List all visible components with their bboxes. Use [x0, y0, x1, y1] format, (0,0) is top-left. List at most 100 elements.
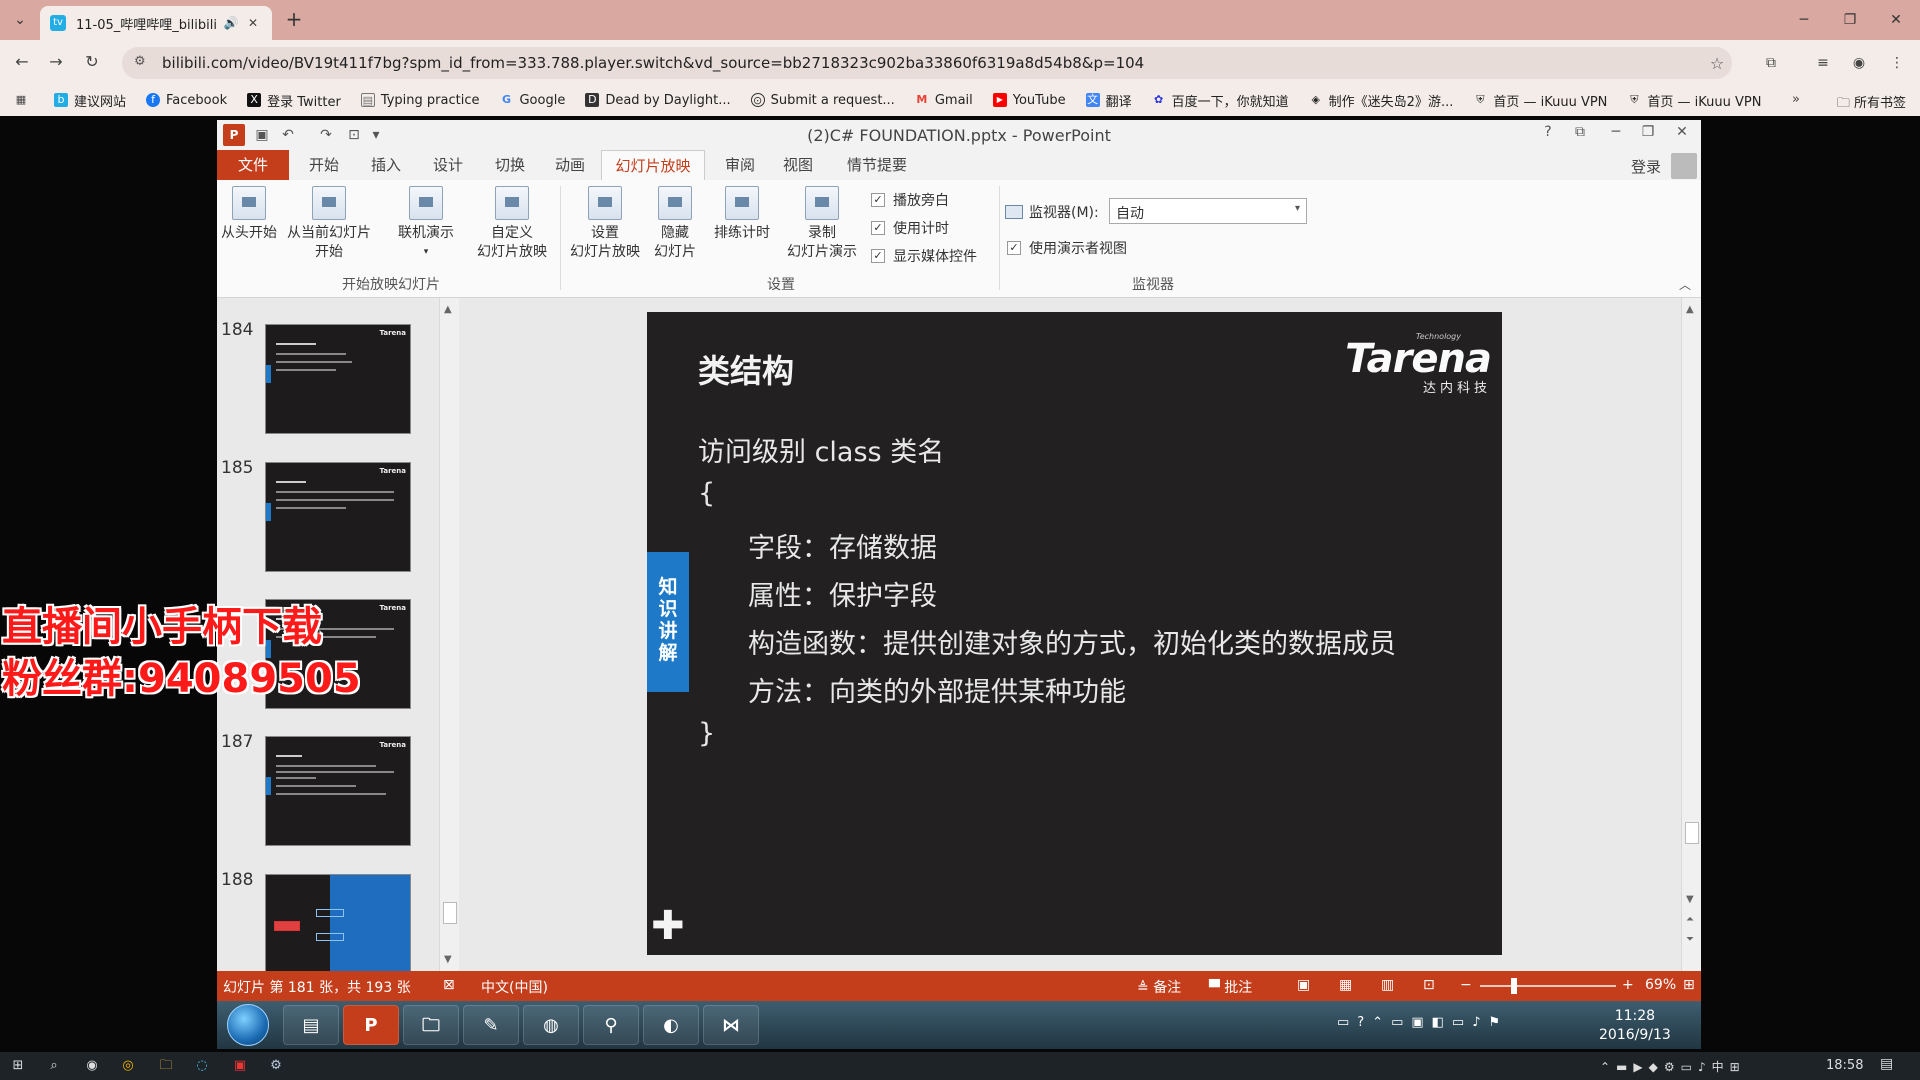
thumbnail-scrollbar[interactable]: ▲ ▼ — [439, 298, 459, 971]
bookmark-item[interactable]: ✿ 百度一下，你就知道 — [1152, 91, 1289, 110]
language-indicator[interactable]: 中文(中国) — [481, 977, 548, 997]
slideshow-view-icon[interactable]: ⊡ — [1423, 977, 1435, 993]
bookmark-item[interactable]: 文翻译 — [1085, 91, 1132, 110]
zoom-in-icon[interactable]: + — [1622, 977, 1634, 993]
win7-tray-icons[interactable]: ▭?⌃▭▣◧▭♪⚑ — [1337, 1015, 1508, 1030]
notification-icon[interactable]: ▤ — [1880, 1056, 1893, 1072]
bookmark-item[interactable]: ▤ Typing practice — [360, 93, 479, 108]
win7-start-orb-icon[interactable] — [227, 1004, 269, 1046]
redo-icon[interactable]: ↷ — [315, 124, 337, 146]
tab-close-icon[interactable]: ✕ — [244, 16, 262, 30]
user-avatar-icon[interactable] — [1671, 153, 1697, 179]
tab-search-chevron-icon[interactable]: ⌄ — [8, 8, 32, 32]
search-icon[interactable]: ⌕ — [44, 1056, 64, 1076]
tab-slideshow[interactable]: 幻灯片放映 — [601, 150, 705, 180]
rehearse-timings-button[interactable]: 排练计时 — [707, 186, 777, 243]
undo-icon[interactable]: ↶ — [277, 124, 299, 146]
scroll-up-icon[interactable]: ▲ — [1686, 304, 1694, 315]
reading-view-icon[interactable]: ▥ — [1381, 977, 1394, 993]
previous-slide-icon[interactable]: ⏶ — [1686, 914, 1694, 925]
play-narrations-checkbox[interactable]: ✓ 播放旁白 — [871, 190, 949, 210]
win7-clock[interactable]: 11:28 2016/9/13 — [1599, 1007, 1671, 1045]
use-timings-checkbox[interactable]: ✓ 使用计时 — [871, 218, 949, 238]
bookmark-item[interactable]: G Google — [499, 93, 565, 108]
notes-button[interactable]: ≜ 备注 — [1137, 977, 1181, 997]
tab-insert[interactable]: 插入 — [363, 150, 409, 180]
zoom-slider[interactable] — [1480, 985, 1616, 987]
tab-home[interactable]: 开始 — [301, 150, 347, 180]
show-media-controls-checkbox[interactable]: ✓ 显示媒体控件 — [871, 246, 977, 266]
slide-sorter-icon[interactable]: ▦ — [1339, 977, 1352, 993]
extensions-icon[interactable]: ⧉ — [1760, 52, 1782, 74]
media-controls-icon[interactable]: ≡ — [1812, 52, 1834, 74]
all-bookmarks-folder[interactable]: 🗀 所有书签 — [1837, 92, 1906, 116]
host-clock[interactable]: 18:58 — [1826, 1058, 1863, 1073]
bookmark-item[interactable]: ◈ 制作《迷失岛2》游... — [1309, 91, 1453, 110]
bookmark-item[interactable]: M Gmail — [915, 93, 972, 108]
bookmarks-more-button[interactable]: » — [1792, 92, 1800, 107]
tab-transitions[interactable]: 切换 — [487, 150, 533, 180]
scrollbar-thumb[interactable] — [1685, 822, 1699, 844]
zoom-out-icon[interactable]: − — [1460, 977, 1472, 993]
browser-menu-icon[interactable]: ⋮ — [1886, 52, 1908, 74]
site-info-icon[interactable]: ⚙ — [134, 54, 152, 72]
browser-tab[interactable]: tv 11-05_哔哩哔哩_bilibili 🔊 ✕ — [40, 6, 272, 40]
record-slideshow-button[interactable]: 录制 幻灯片演示 — [777, 186, 867, 262]
win7-powerpoint-icon[interactable]: P — [343, 1005, 399, 1045]
win7-camtasia-icon[interactable]: ◐ — [643, 1005, 699, 1045]
win7-visual-studio-icon[interactable]: ⋈ — [703, 1005, 759, 1045]
slide-thumbnail[interactable]: Tarena — [265, 324, 411, 434]
current-slide[interactable]: 类结构 Technology Tarena 达内科技 知 识 讲 解 访问级别 … — [647, 312, 1502, 955]
start-from-beginning-qat-icon[interactable]: ⊡ — [343, 124, 365, 146]
bookmark-item[interactable]: f Facebook — [146, 93, 227, 108]
scroll-up-icon[interactable]: ▲ — [444, 304, 452, 315]
forward-icon[interactable]: → — [44, 50, 68, 74]
ppt-close-icon[interactable]: ✕ — [1669, 124, 1695, 140]
slide-thumbnail[interactable] — [265, 874, 411, 984]
ppt-minimize-icon[interactable]: ─ — [1603, 124, 1629, 140]
slide-thumbnail[interactable]: Tarena — [265, 736, 411, 846]
custom-slideshow-button[interactable]: 自定义 幻灯片放映 — [467, 186, 557, 262]
fit-to-window-icon[interactable]: ⊞ — [1683, 977, 1695, 993]
bookmark-item[interactable]: D Dead by Daylight... — [585, 93, 731, 108]
slide-thumbnail[interactable]: Tarena — [265, 462, 411, 572]
bookmark-item[interactable]: ⛨ 首页 — iKuuu VPN — [1473, 91, 1607, 110]
ppt-restore-icon[interactable]: ❐ — [1635, 124, 1661, 140]
present-online-button[interactable]: 联机演示 ▾ — [393, 186, 459, 262]
zoom-slider-handle[interactable] — [1511, 978, 1517, 994]
normal-view-icon[interactable]: ▣ — [1297, 977, 1310, 993]
edge-icon[interactable]: ◌ — [192, 1056, 212, 1076]
scrollbar-thumb[interactable] — [443, 902, 457, 924]
collapse-ribbon-icon[interactable]: ︿ — [1679, 276, 1691, 293]
app-icon[interactable]: ▣ — [230, 1056, 250, 1076]
steam-icon[interactable]: ⚙ — [266, 1056, 286, 1076]
customize-qat-icon[interactable]: ▾ — [365, 124, 387, 146]
back-icon[interactable]: ← — [10, 50, 34, 74]
win7-app-icon[interactable]: ◍ — [523, 1005, 579, 1045]
bookmark-item[interactable]: b 建议网站 — [54, 91, 126, 110]
sign-in-link[interactable]: 登录 — [1631, 156, 1661, 177]
bookmark-item[interactable]: ⊙ Submit a request... — [750, 93, 895, 108]
minimize-icon[interactable]: ─ — [1784, 8, 1824, 32]
spellcheck-icon[interactable]: ⊠ — [443, 977, 455, 993]
hide-slide-button[interactable]: 隐藏 幻灯片 — [647, 186, 703, 262]
next-slide-icon[interactable]: ⏷ — [1686, 934, 1694, 945]
win7-explorer-icon[interactable]: 🗀 — [403, 1005, 459, 1045]
bookmark-item[interactable]: ⛨ 首页 — iKuuu VPN — [1627, 91, 1761, 110]
ribbon-display-icon[interactable]: ⧉ — [1567, 124, 1593, 140]
comments-button[interactable]: ▀ 批注 — [1209, 977, 1252, 997]
file-explorer-icon[interactable]: 🗀 — [156, 1056, 176, 1076]
from-beginning-button[interactable]: 从头开始 — [221, 186, 277, 243]
win7-app-icon[interactable]: ⚲ — [583, 1005, 639, 1045]
url-text[interactable]: bilibili.com/video/BV19t411f7bg?spm_id_f… — [162, 54, 1702, 72]
address-bar[interactable]: ⚙ bilibili.com/video/BV19t411f7bg?spm_id… — [122, 47, 1732, 79]
monitor-select[interactable]: 自动 ▾ — [1109, 198, 1307, 224]
new-tab-button[interactable]: + — [282, 8, 306, 32]
chrome-icon[interactable]: ◎ — [118, 1056, 138, 1076]
tab-storyboarding[interactable]: 情节提要 — [839, 150, 915, 180]
win7-paint-icon[interactable]: ✎ — [463, 1005, 519, 1045]
bookmark-item[interactable]: ▶ YouTube — [992, 93, 1066, 108]
speaker-icon[interactable]: 🔊 — [222, 16, 240, 30]
tab-review[interactable]: 审阅 — [717, 150, 763, 180]
host-tray-icons[interactable]: ⌃▬▶◆⚙▭♪中⊞ — [1600, 1058, 1746, 1075]
